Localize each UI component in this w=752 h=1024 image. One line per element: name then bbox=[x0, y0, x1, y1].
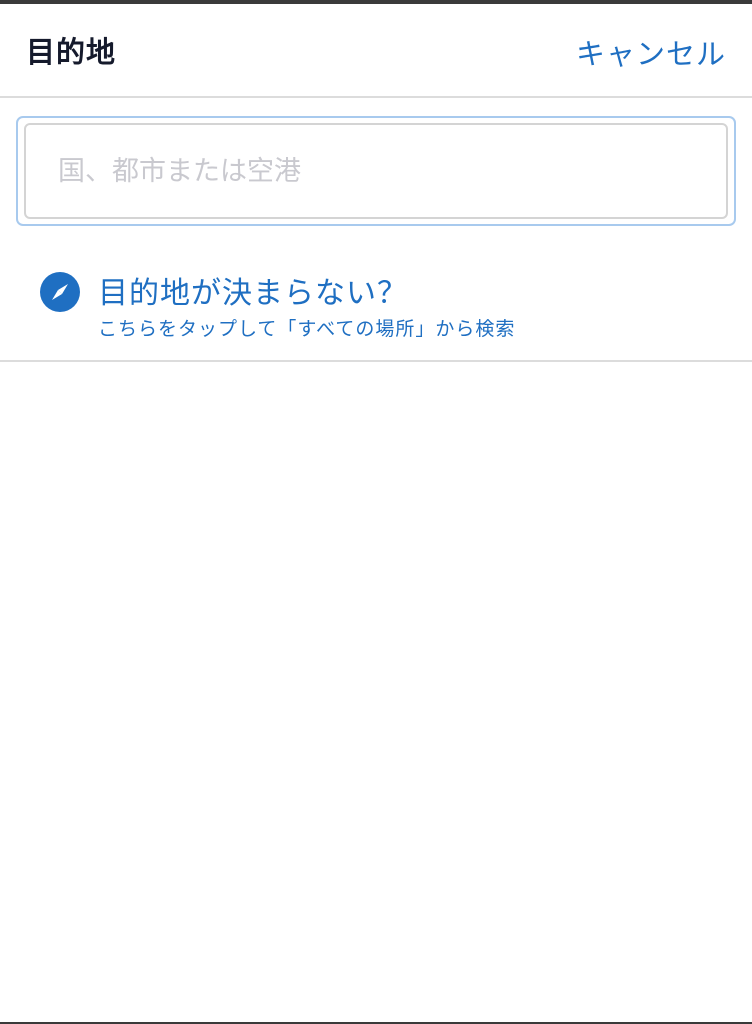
header-bar: 目的地 キャンセル bbox=[0, 4, 752, 98]
cancel-button[interactable]: キャンセル bbox=[576, 31, 726, 73]
explore-subtitle: こちらをタップして「すべての場所」から検索 bbox=[98, 318, 516, 340]
destination-screen: 目的地 キャンセル 目的地が決まらない？ こちらをタップして「すべての場所」から… bbox=[0, 0, 752, 1024]
destination-search-input[interactable] bbox=[24, 123, 728, 219]
explore-title: 目的地が決まらない？ bbox=[98, 276, 408, 311]
explore-everywhere-row[interactable]: 目的地が決まらない？ こちらをタップして「すべての場所」から検索 bbox=[0, 250, 752, 362]
compass-icon bbox=[40, 272, 80, 312]
page-title: 目的地 bbox=[26, 35, 117, 69]
